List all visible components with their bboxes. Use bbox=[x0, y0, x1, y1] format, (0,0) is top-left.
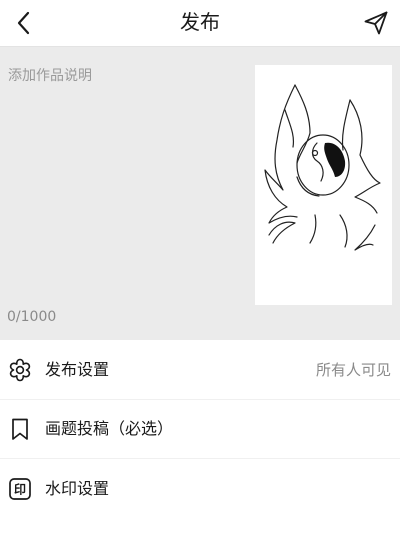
page-title: 发布 bbox=[180, 10, 220, 34]
flower-settings-icon bbox=[7, 357, 33, 383]
send-button[interactable] bbox=[358, 5, 394, 41]
paper-plane-icon bbox=[364, 11, 388, 35]
post-editor: 0/1000 bbox=[0, 47, 400, 340]
description-input[interactable] bbox=[0, 47, 246, 297]
sketch-drawing bbox=[264, 84, 381, 251]
visibility-value: 所有人可见 bbox=[315, 361, 391, 379]
publish-settings-row[interactable]: 发布设置 所有人可见 bbox=[0, 341, 400, 400]
char-count: 0/1000 bbox=[7, 309, 57, 325]
topic-submission-label: 画题投稿（必选） bbox=[45, 419, 174, 438]
artwork-thumbnail[interactable] bbox=[255, 65, 392, 305]
svg-text:印: 印 bbox=[14, 483, 26, 497]
topic-submission-row[interactable]: 画题投稿（必选） bbox=[0, 400, 400, 459]
watermark-settings-row[interactable]: 印 水印设置 bbox=[0, 460, 400, 519]
watermark-settings-label: 水印设置 bbox=[45, 479, 110, 498]
publish-settings-label: 发布设置 bbox=[45, 360, 110, 379]
watermark-stamp-icon: 印 bbox=[7, 476, 33, 502]
top-bar: 发布 bbox=[0, 0, 400, 47]
bookmark-icon bbox=[7, 416, 33, 442]
